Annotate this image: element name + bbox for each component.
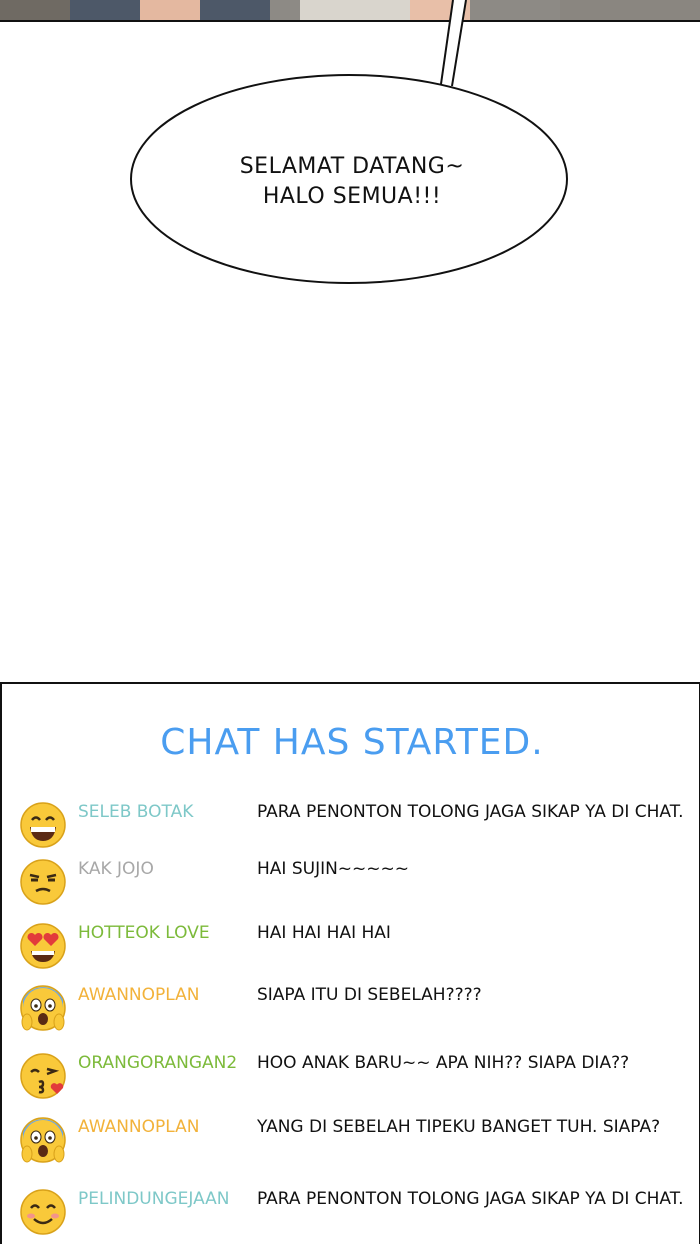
chat-username: ORANGORANGAN2 bbox=[78, 1053, 238, 1073]
chat-username: KAK JOJO bbox=[78, 859, 154, 879]
chat-username: SELEB BOTAK bbox=[78, 802, 194, 822]
speech-line-2: HALO SEMUA!!! bbox=[262, 184, 442, 209]
chat-text: PARA PENONTON TOLONG JAGA SIKAP YA DI CH… bbox=[257, 1189, 684, 1209]
chat-title: CHAT HAS STARTED. bbox=[160, 722, 544, 763]
chat-username: AWANNOPLAN bbox=[78, 985, 200, 1005]
speech-line-1: SELAMAT DATANG~ bbox=[239, 154, 465, 179]
grinning-face-icon bbox=[20, 802, 66, 848]
screaming-face-icon bbox=[20, 985, 66, 1031]
chat-username: HOTTEOK LOVE bbox=[78, 923, 210, 943]
heart-eyes-face-icon bbox=[20, 923, 66, 969]
chat-username: AWANNOPLAN bbox=[78, 1117, 200, 1137]
chat-username: PELINDUNGEJAAN bbox=[78, 1189, 230, 1209]
kissing-face-icon bbox=[20, 1053, 66, 1099]
unamused-face-icon bbox=[20, 859, 66, 905]
smiling-face-icon bbox=[20, 1189, 66, 1235]
speech-bubble-text: SELAMAT DATANG~ HALO SEMUA!!! bbox=[190, 152, 514, 212]
chat-text: HOO ANAK BARU~~ APA NIH?? SIAPA DIA?? bbox=[257, 1053, 630, 1073]
chat-text: SIAPA ITU DI SEBELAH???? bbox=[257, 985, 482, 1005]
chat-text: HAI SUJIN~~~~~ bbox=[257, 859, 410, 879]
chat-text: PARA PENONTON TOLONG JAGA SIKAP YA DI CH… bbox=[257, 802, 684, 822]
speech-bubble bbox=[130, 0, 568, 284]
chat-text: YANG DI SEBELAH TIPEKU BANGET TUH. SIAPA… bbox=[257, 1117, 661, 1137]
chat-panel: CHAT HAS STARTED. SELEB BOTAK PARA PENON… bbox=[0, 682, 700, 1244]
chat-text: HAI HAI HAI HAI bbox=[257, 923, 391, 943]
screaming-face-icon bbox=[20, 1117, 66, 1163]
